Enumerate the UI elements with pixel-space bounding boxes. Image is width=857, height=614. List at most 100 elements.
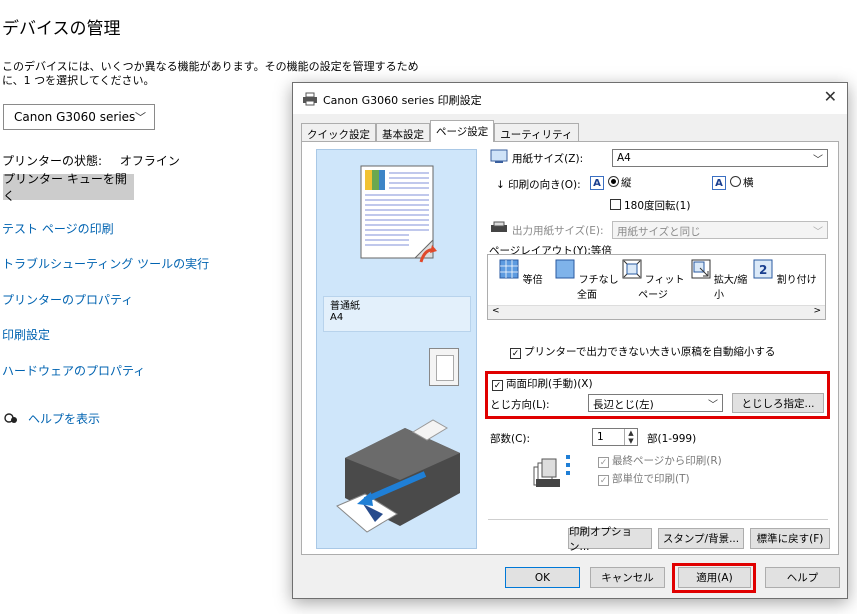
auto-reduce-checkbox[interactable]: ✓ xyxy=(510,348,521,359)
reverse-order-label: 最終ページから印刷(R) xyxy=(612,455,722,467)
cancel-button[interactable]: キャンセル xyxy=(590,567,665,588)
status-value: オフライン xyxy=(119,154,180,168)
layout-item-label: 割り付け xyxy=(776,275,817,286)
dialog-titlebar: Canon G3060 series 印刷設定 ✕ xyxy=(293,83,847,114)
dialog-title: Canon G3060 series 印刷設定 xyxy=(323,94,482,107)
printer-illustration xyxy=(336,419,460,533)
separator xyxy=(488,519,828,520)
apply-button[interactable]: 適用(A) xyxy=(678,567,751,588)
output-size-label: 出力用紙サイズ(E): xyxy=(512,225,604,237)
reverse-order-option[interactable]: ✓ 最終ページから印刷(R) xyxy=(598,453,722,468)
printer-icon xyxy=(303,92,317,106)
help-icon xyxy=(4,412,17,423)
page-title: デバイスの管理 xyxy=(2,19,121,39)
open-queue-button[interactable]: プリンター キューを開く xyxy=(3,172,134,203)
scroll-left-icon[interactable]: < xyxy=(492,306,500,316)
link-troubleshooter[interactable]: トラブルシューティング ツールの実行 xyxy=(2,255,209,272)
page-layout-list[interactable]: 等倍 フチなし全面 フィットページ 拡大/縮小 2 割り付け < > xyxy=(487,254,826,320)
spin-arrows-icon[interactable]: ▲ ▼ xyxy=(624,429,637,445)
layout-item-label: 拡大/縮小 xyxy=(713,275,748,301)
device-select[interactable]: Canon G3060 series ﹀ xyxy=(3,104,155,130)
tab-quick-setup[interactable]: クイック設定 xyxy=(301,123,376,142)
scaled-icon xyxy=(691,259,711,279)
close-button[interactable]: ✕ xyxy=(824,87,837,106)
page-preview-image xyxy=(360,165,437,263)
link-printing-preferences[interactable]: 印刷設定 xyxy=(2,326,50,343)
portrait-radio[interactable] xyxy=(608,176,619,187)
paper-size-select[interactable]: A4 ﹀ xyxy=(612,149,828,167)
help-button[interactable]: ヘルプ xyxy=(765,567,840,588)
layout-item-label: フィットページ xyxy=(638,275,685,301)
collate-label: 部単位で印刷(T) xyxy=(612,473,690,485)
landscape-icon: A xyxy=(712,176,726,190)
collate-pages-icon xyxy=(533,455,570,487)
paper-size: A4 xyxy=(330,312,344,323)
auto-reduce-option[interactable]: ✓ プリンターで出力できない大きい原稿を自動縮小する xyxy=(510,344,775,359)
reverse-order-checkbox[interactable]: ✓ xyxy=(598,457,609,468)
fit-to-page-icon xyxy=(622,259,641,279)
collate-option[interactable]: ✓ 部単位で印刷(T) xyxy=(598,471,690,486)
orientation-landscape-option[interactable]: A横 xyxy=(712,175,754,190)
portrait-label: 縦 xyxy=(621,177,632,189)
copies-range: 部(1-999) xyxy=(647,433,697,445)
orientation-bullet-icon: ↓ xyxy=(496,179,509,191)
duplex-option[interactable]: ✓ 両面印刷(手動)(X) xyxy=(492,376,593,391)
layout-item-label: 等倍 xyxy=(522,275,543,286)
duplex-label: 両面印刷(手動)(X) xyxy=(506,378,593,390)
layout-scrollbar[interactable]: < > xyxy=(488,305,825,319)
landscape-radio[interactable] xyxy=(730,176,741,187)
link-print-test-page[interactable]: テスト ページの印刷 xyxy=(2,220,114,237)
ok-button[interactable]: OK xyxy=(505,567,580,588)
paper-size-icon xyxy=(490,149,508,163)
help-label: ヘルプを表示 xyxy=(28,412,101,426)
tab-maintenance[interactable]: ユーティリティ xyxy=(494,123,579,142)
duplex-checkbox[interactable]: ✓ xyxy=(492,380,503,391)
layout-item-fit-to-page[interactable]: フィットページ xyxy=(620,259,686,301)
chevron-down-icon: ﹀ xyxy=(708,400,718,411)
layout-item-borderless[interactable]: フチなし全面 xyxy=(554,259,620,301)
orientation-label-text: 印刷の向き(O): xyxy=(508,179,581,191)
preview-area: 普通紙 A4 xyxy=(316,149,477,549)
device-select-value: Canon G3060 series xyxy=(14,110,136,124)
binding-select[interactable]: 長辺とじ(左) ﹀ xyxy=(588,394,723,412)
help-link[interactable]: ヘルプを表示 xyxy=(4,410,100,427)
scroll-right-icon[interactable]: > xyxy=(813,306,821,316)
output-printer-icon xyxy=(491,221,507,232)
portrait-icon: A xyxy=(590,176,604,190)
paper-size-select-value: A4 xyxy=(617,152,631,164)
copies-stepper[interactable]: 1 ▲ ▼ xyxy=(592,428,638,446)
layout-item-normal[interactable]: 等倍 xyxy=(488,259,554,286)
chevron-down-icon: ﹀ xyxy=(135,111,146,124)
svg-text:2: 2 xyxy=(759,263,767,277)
rotate-180-checkbox[interactable] xyxy=(610,199,621,210)
tab-bar: クイック設定 基本設定 ページ設定 ユーティリティ xyxy=(301,120,579,142)
page-layout-icon: 2 xyxy=(753,259,773,279)
chevron-down-icon: ﹀ xyxy=(813,227,823,238)
print-options-button[interactable]: 印刷オプション... xyxy=(568,526,652,553)
binding-margin-button[interactable]: とじしろ指定... xyxy=(732,393,824,413)
rotate-180-option[interactable]: 180度回転(1) xyxy=(610,198,690,213)
orientation-preview-icon xyxy=(429,348,459,386)
print-settings-dialog: Canon G3060 series 印刷設定 ✕ クイック設定 基本設定 ペー… xyxy=(292,82,848,599)
landscape-label: 横 xyxy=(743,177,754,189)
orientation-portrait-option[interactable]: A縦 xyxy=(590,175,632,190)
orientation-label: ↓ 印刷の向き(O): xyxy=(496,177,581,192)
tab-main[interactable]: 基本設定 xyxy=(376,123,430,142)
defaults-button[interactable]: 標準に戻す(F) xyxy=(750,528,830,549)
tab-page-setup[interactable]: ページ設定 xyxy=(430,120,495,142)
link-printer-properties[interactable]: プリンターのプロパティ xyxy=(2,291,133,308)
output-size-select[interactable]: 用紙サイズと同じ ﹀ xyxy=(612,221,828,239)
output-size-select-value: 用紙サイズと同じ xyxy=(617,226,701,238)
layout-item-page-layout[interactable]: 2 割り付け xyxy=(752,259,818,286)
chevron-down-icon: ﹀ xyxy=(813,155,823,166)
paper-info: 普通紙 A4 xyxy=(323,296,471,332)
layout-item-scaled[interactable]: 拡大/縮小 xyxy=(686,259,752,301)
printer-status: プリンターの状態: オフライン xyxy=(2,152,194,169)
auto-reduce-label: プリンターで出力できない大きい原稿を自動縮小する xyxy=(524,346,776,358)
link-hardware-properties[interactable]: ハードウェアのプロパティ xyxy=(2,362,145,379)
rotate-180-label: 180度回転(1) xyxy=(624,200,691,212)
layout-item-label: フチなし全面 xyxy=(577,275,619,301)
stamp-background-button[interactable]: スタンプ/背景... xyxy=(658,528,744,549)
paper-size-label: 用紙サイズ(Z): xyxy=(512,153,584,165)
collate-checkbox[interactable]: ✓ xyxy=(598,475,609,486)
